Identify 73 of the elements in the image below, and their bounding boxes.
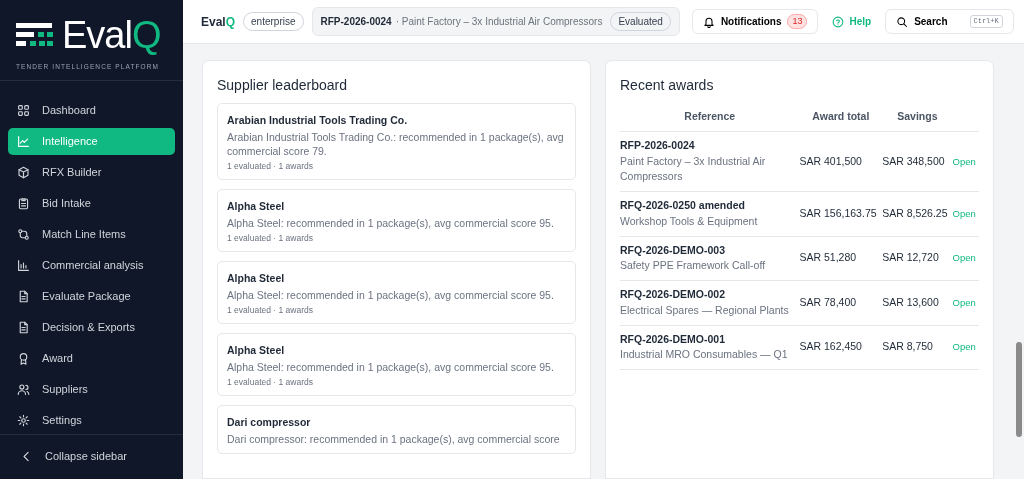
sidebar-item[interactable]: Evaluate Package <box>8 282 175 310</box>
award-title: Safety PPE Framework Call-off <box>620 258 767 274</box>
savings-amount: SAR 348,500 <box>882 154 945 167</box>
help-icon <box>832 15 845 28</box>
brand-name: EvalQ <box>201 13 236 31</box>
award-title: Industrial MRO Consumables — Q1 <box>620 347 789 363</box>
supplier-summary: Dari compressor: recommended in 1 package(s), avg commercial score <box>227 432 561 446</box>
award-title: Paint Factory – 3x Industrial Air Compressors <box>620 153 767 185</box>
sidebar-item[interactable]: Bid Intake <box>8 189 175 217</box>
cube-icon <box>17 165 30 179</box>
users-icon <box>17 382 30 396</box>
document-icon <box>17 320 30 334</box>
supplier-name: Alpha Steel <box>227 271 286 285</box>
award-reference: RFQ-2026-DEMO-003 <box>620 242 727 258</box>
sidebar-item[interactable]: Settings <box>8 406 175 434</box>
savings-amount: SAR 13,600 <box>882 295 939 308</box>
sidebar-item[interactable]: Match Line Items <box>8 220 175 248</box>
supplier-stats: 1 evaluated · 1 awards <box>227 376 314 388</box>
award-title: Workshop Tools & Equipment <box>620 213 759 229</box>
supplier-name: Alpha Steel <box>227 343 286 357</box>
column-header: Savings <box>882 103 953 132</box>
award-reference: RFQ-2026-0250 amended <box>620 198 746 213</box>
supplier-summary: Arabian Industrial Tools Trading Co.: recommended in 1 package(s), avg commercial score 79. <box>227 130 565 158</box>
supplier-name: Dari compressor <box>227 415 312 429</box>
search-icon <box>896 15 909 28</box>
award-total: SAR 401,500 <box>799 154 862 167</box>
route-icon <box>17 227 30 241</box>
award-title: Electrical Spares — Regional Plants <box>620 302 790 318</box>
award-reference: RFQ-2026-DEMO-002 <box>620 287 727 302</box>
count-badge: 13 <box>787 13 808 30</box>
bar-chart-icon <box>17 258 30 272</box>
supplier-summary: Alpha Steel: recommended in 1 package(s), avg commercial score 95. <box>227 360 555 374</box>
document-icon <box>17 289 30 303</box>
supplier-stats: 1 evaluated · 1 awards <box>227 160 314 172</box>
sidebar-item[interactable]: Award <box>8 344 175 372</box>
context-selector[interactable]: RFP-2026-0024 · Paint Factory – 3x Industrial Air Compressors Evaluated <box>311 7 680 36</box>
clipboard-icon <box>17 196 30 210</box>
scrollbar-thumb[interactable] <box>1016 342 1022 437</box>
savings-amount: SAR 8,526.25 <box>882 206 948 219</box>
notifications-button[interactable]: Notifications 13 <box>691 9 819 34</box>
supplier-summary: Alpha Steel: recommended in 1 package(s), avg commercial score 95. <box>227 288 555 302</box>
supplier-name: Alpha Steel <box>227 199 286 213</box>
supplier-name: Arabian Industrial Tools Trading Co. <box>227 113 409 127</box>
sidebar-item[interactable]: Decision & Exports <box>8 313 175 341</box>
reference-text: RFP-2026-0024 <box>320 15 392 29</box>
award-icon <box>17 351 30 365</box>
card-title: Supplier leaderboard <box>217 76 348 94</box>
award-reference: RFQ-2026-DEMO-001 <box>620 331 727 347</box>
sidebar-item[interactable]: Commercial analysis <box>8 251 175 279</box>
bell-icon <box>702 15 715 28</box>
gear-icon <box>17 413 30 427</box>
column-header: Award total <box>799 103 883 132</box>
award-total: SAR 156,163.75 <box>799 206 877 219</box>
award-total: SAR 78,400 <box>799 295 857 308</box>
supplier-summary: Alpha Steel: recommended in 1 package(s), avg commercial score 95. <box>227 216 555 230</box>
supplier-stats: 1 evaluated · 1 awards <box>227 232 314 244</box>
logo-icon <box>16 21 54 49</box>
sidebar-item[interactable]: RFX Builder <box>8 158 175 186</box>
savings-amount: SAR 12,720 <box>882 251 939 264</box>
card-title: Recent awards <box>620 76 715 94</box>
line-chart-icon <box>17 134 30 148</box>
package-title: · Paint Factory – 3x Industrial Air Compressors <box>395 15 603 29</box>
sidebar-item[interactable]: Dashboard <box>8 96 175 124</box>
grid-icon <box>17 103 30 117</box>
collapse-sidebar-button[interactable]: Collapse sidebar <box>16 442 167 470</box>
column-header: Reference <box>620 103 800 132</box>
supplier-stats: 1 evaluated · 1 awards <box>227 304 314 316</box>
award-total: SAR 51,280 <box>799 251 857 264</box>
award-total: SAR 162,450 <box>799 340 862 353</box>
savings-amount: SAR 8,750 <box>882 340 933 353</box>
sidebar-item[interactable]: Suppliers <box>8 375 175 403</box>
award-reference: RFP-2026-0024 <box>620 137 696 153</box>
logo-wordmark: EvalQ <box>62 16 161 54</box>
